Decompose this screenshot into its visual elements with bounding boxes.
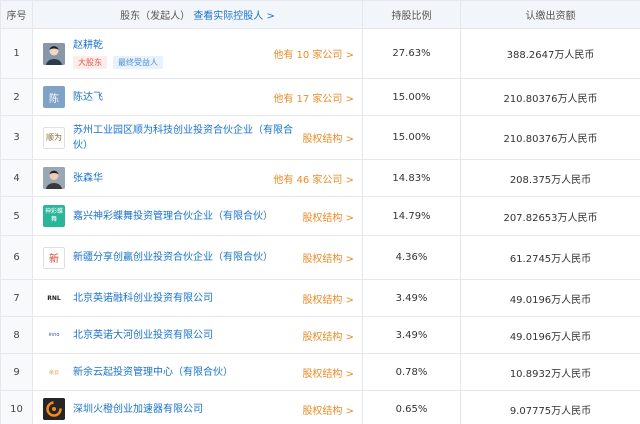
equity-structure-link[interactable]: 股权结构 > (302, 402, 354, 417)
ratio-cell: 15.00% (362, 115, 461, 160)
equity-structure-link[interactable]: 股权结构 > (302, 328, 354, 343)
company-logo[interactable] (43, 398, 65, 420)
holder-name-link[interactable]: 陈达飞 (73, 90, 265, 105)
equity-structure-link[interactable]: 股权结构 > (302, 250, 354, 265)
holder-name-link[interactable]: 赵耕乾 (73, 38, 265, 53)
table-row: 2 陈 陈达飞 他有 17 家公司 > 15.00% 210.80376万人民币 (0, 78, 640, 116)
view-controller-link[interactable]: 查看实际控股人 > (193, 11, 275, 22)
row-index: 8 (0, 316, 33, 354)
header-holder: 股东（发起人） 查看实际控股人 > (32, 0, 363, 29)
row-index: 10 (0, 390, 33, 424)
header-capital: 认缴出资额 (460, 0, 640, 29)
ratio-cell: 15.00% (362, 78, 461, 116)
company-logo[interactable]: 神彩蝶舞 (43, 205, 65, 227)
person-avatar[interactable] (43, 167, 65, 189)
holder-name-link[interactable]: 深圳火橙创业加速器有限公司 (73, 402, 294, 417)
table-row: 5 神彩蝶舞 嘉兴神彩蝶舞投资管理合伙企业（有限合伙） 股权结构 > 14.79… (0, 196, 640, 236)
capital-cell: 61.2745万人民币 (460, 235, 640, 280)
holder-name-link[interactable]: 张森华 (73, 171, 265, 186)
row-index: 6 (0, 235, 33, 280)
companies-link[interactable]: 他有 46 家公司 > (273, 171, 354, 186)
ratio-cell: 3.49% (362, 316, 461, 354)
table-row: 3 顺为 苏州工业园区顺为科技创业投资合伙企业（有限合伙） 股权结构 > 15.… (0, 115, 640, 160)
row-index: 2 (0, 78, 33, 116)
table-row: 6 新 新疆分享创赢创业投资合伙企业（有限合伙） 股权结构 > 4.36% 61… (0, 235, 640, 280)
row-index: 3 (0, 115, 33, 160)
ratio-cell: 3.49% (362, 279, 461, 317)
table-row: 7 RNL 北京英诺融科创业投资有限公司 股权结构 > 3.49% 49.019… (0, 279, 640, 317)
holder-name-link[interactable]: 新余云起投资管理中心（有限合伙） (73, 365, 294, 380)
table-row: 1 赵耕乾 大股东 最终受益人 他有 10 家公司 > 27.63% 388.2… (0, 28, 640, 79)
header-index: 序号 (0, 0, 33, 29)
capital-cell: 388.2647万人民币 (460, 28, 640, 79)
holder-name-link[interactable]: 苏州工业园区顺为科技创业投资合伙企业（有限合伙） (73, 123, 294, 153)
company-logo[interactable]: 新 (43, 246, 65, 269)
table-row: 8 inno 北京英诺大河创业投资有限公司 股权结构 > 3.49% 49.01… (0, 316, 640, 354)
company-logo[interactable]: 顺为 (43, 126, 65, 149)
capital-cell: 9.07775万人民币 (460, 390, 640, 424)
row-index: 5 (0, 196, 33, 236)
header-holder-label: 股东（发起人） (120, 11, 191, 22)
ratio-cell: 14.79% (362, 196, 461, 236)
capital-cell: 49.0196万人民币 (460, 279, 640, 317)
equity-structure-link[interactable]: 股权结构 > (302, 365, 354, 380)
company-logo[interactable]: RNL (43, 287, 65, 309)
row-index: 7 (0, 279, 33, 317)
companies-link[interactable]: 他有 17 家公司 > (273, 90, 354, 105)
capital-cell: 210.80376万人民币 (460, 115, 640, 160)
company-logo[interactable]: inno (43, 324, 65, 346)
ratio-cell: 0.65% (362, 390, 461, 424)
row-index: 9 (0, 353, 33, 391)
name-initial-avatar[interactable]: 陈 (43, 86, 65, 108)
table-header-row: 序号 股东（发起人） 查看实际控股人 > 持股比例 认缴出资额 (0, 0, 640, 29)
holder-name-link[interactable]: 北京英诺大河创业投资有限公司 (73, 328, 294, 343)
companies-link[interactable]: 他有 10 家公司 > (273, 46, 354, 61)
equity-structure-link[interactable]: 股权结构 > (302, 291, 354, 306)
ratio-cell: 4.36% (362, 235, 461, 280)
holder-name-link[interactable]: 新疆分享创赢创业投资合伙企业（有限合伙） (73, 250, 294, 265)
table-row: 4 张森华 他有 46 家公司 > 14.83% 208.375万人民币 (0, 159, 640, 197)
capital-cell: 207.82653万人民币 (460, 196, 640, 236)
holder-name-link[interactable]: 北京英诺融科创业投资有限公司 (73, 291, 294, 306)
capital-cell: 49.0196万人民币 (460, 316, 640, 354)
row-index: 1 (0, 28, 33, 79)
tag-ultimate-beneficiary: 最终受益人 (113, 56, 163, 69)
table-row: 9 余云 新余云起投资管理中心（有限合伙） 股权结构 > 0.78% 10.89… (0, 353, 640, 391)
capital-cell: 210.80376万人民币 (460, 78, 640, 116)
company-logo[interactable]: 余云 (43, 361, 65, 383)
person-avatar[interactable] (43, 42, 65, 65)
capital-cell: 208.375万人民币 (460, 159, 640, 197)
holder-name-link[interactable]: 嘉兴神彩蝶舞投资管理合伙企业（有限合伙） (73, 209, 294, 224)
ratio-cell: 27.63% (362, 28, 461, 79)
shareholder-table: 序号 股东（发起人） 查看实际控股人 > 持股比例 认缴出资额 1 赵耕乾 大股… (0, 0, 640, 424)
ratio-cell: 14.83% (362, 159, 461, 197)
ratio-cell: 0.78% (362, 353, 461, 391)
equity-structure-link[interactable]: 股权结构 > (302, 209, 354, 224)
equity-structure-link[interactable]: 股权结构 > (302, 130, 354, 145)
capital-cell: 10.8932万人民币 (460, 353, 640, 391)
header-ratio: 持股比例 (362, 0, 461, 29)
table-row: 10 深圳火橙创业加速器有限公司 股权结构 > 0.65% 9.07775万人民… (0, 390, 640, 424)
row-index: 4 (0, 159, 33, 197)
tag-major-shareholder: 大股东 (73, 56, 107, 69)
